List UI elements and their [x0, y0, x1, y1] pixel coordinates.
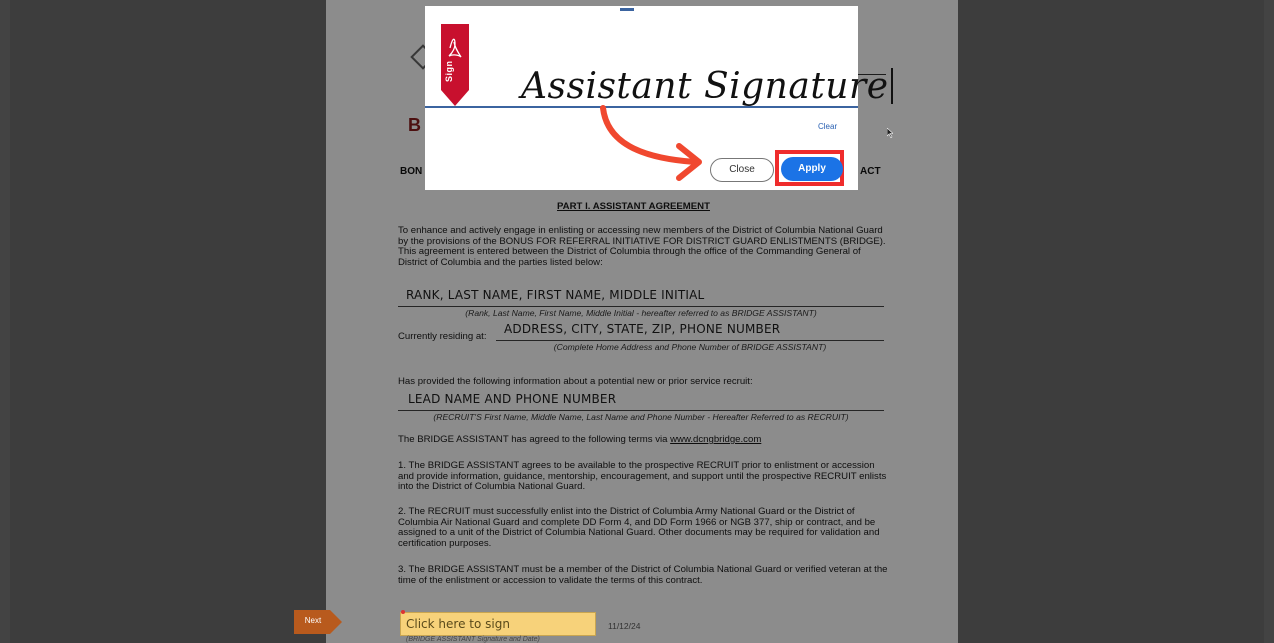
logo-letter: B [408, 115, 421, 135]
section-title: PART I. ASSISTANT AGREEMENT [557, 201, 710, 212]
right-edge-strip [1264, 0, 1274, 643]
assistant-name-field[interactable]: RANK, LAST NAME, FIRST NAME, MIDDLE INIT… [406, 288, 704, 302]
term-1: 1. The BRIDGE ASSISTANT agrees to be ava… [398, 460, 887, 492]
lead-field[interactable]: LEAD NAME AND PHONE NUMBER [408, 392, 616, 406]
next-button[interactable]: Next [298, 616, 328, 625]
residing-label: Currently residing at: [398, 331, 487, 342]
sign-badge-label: Sign [444, 60, 454, 83]
lead-underline [398, 410, 884, 411]
close-button[interactable]: Close [710, 158, 774, 182]
intro-paragraph: To enhance and actively engage in enlist… [398, 225, 886, 268]
assistant-name-underline [398, 306, 884, 307]
recruit-intro: Has provided the following information a… [398, 376, 753, 387]
address-underline [496, 340, 884, 341]
address-field[interactable]: ADDRESS, CITY, STATE, ZIP, PHONE NUMBER [504, 322, 780, 336]
terms-intro-text: The BRIDGE ASSISTANT has agreed to the f… [398, 434, 671, 445]
apply-button[interactable]: Apply [781, 157, 843, 181]
esign-viewer: B BON ACT PART I. ASSISTANT AGREEMENT To… [0, 0, 1274, 643]
mouse-pointer-icon [887, 128, 893, 138]
curved-arrow-annotation [600, 105, 702, 181]
signature-caption: (BRIDGE ASSISTANT Signature and Date) [406, 636, 540, 643]
text-caret [890, 68, 893, 104]
signature-preview-text: Assistant Signature [521, 66, 889, 107]
required-marker-icon [401, 610, 405, 614]
term-2: 2. The RECRUIT must successfully enlist … [398, 506, 880, 549]
assistant-name-caption: (Rank, Last Name, First Name, Middle Ini… [465, 308, 817, 318]
term-3: 3. The BRIDGE ASSISTANT must be a member… [398, 564, 888, 586]
clear-link[interactable]: Clear [818, 122, 837, 131]
header-fragment-left: BON [400, 166, 423, 177]
header-fragment-right: ACT [860, 166, 881, 177]
terms-link[interactable]: www.dcngbridge.com [670, 434, 761, 445]
terms-intro: The BRIDGE ASSISTANT has agreed to the f… [398, 434, 888, 446]
lead-caption: (RECRUIT'S First Name, Middle Name, Last… [433, 412, 849, 422]
address-caption: (Complete Home Address and Phone Number … [553, 342, 827, 352]
signature-dialog: Sign Assistant Signature Clear Close App… [425, 6, 893, 190]
signature-date: 11/12/24 [608, 621, 641, 631]
signature-field-placeholder[interactable]: Click here to sign [406, 617, 510, 631]
left-edge-strip [0, 0, 10, 643]
signature-preview: Assistant Signature [521, 66, 893, 107]
